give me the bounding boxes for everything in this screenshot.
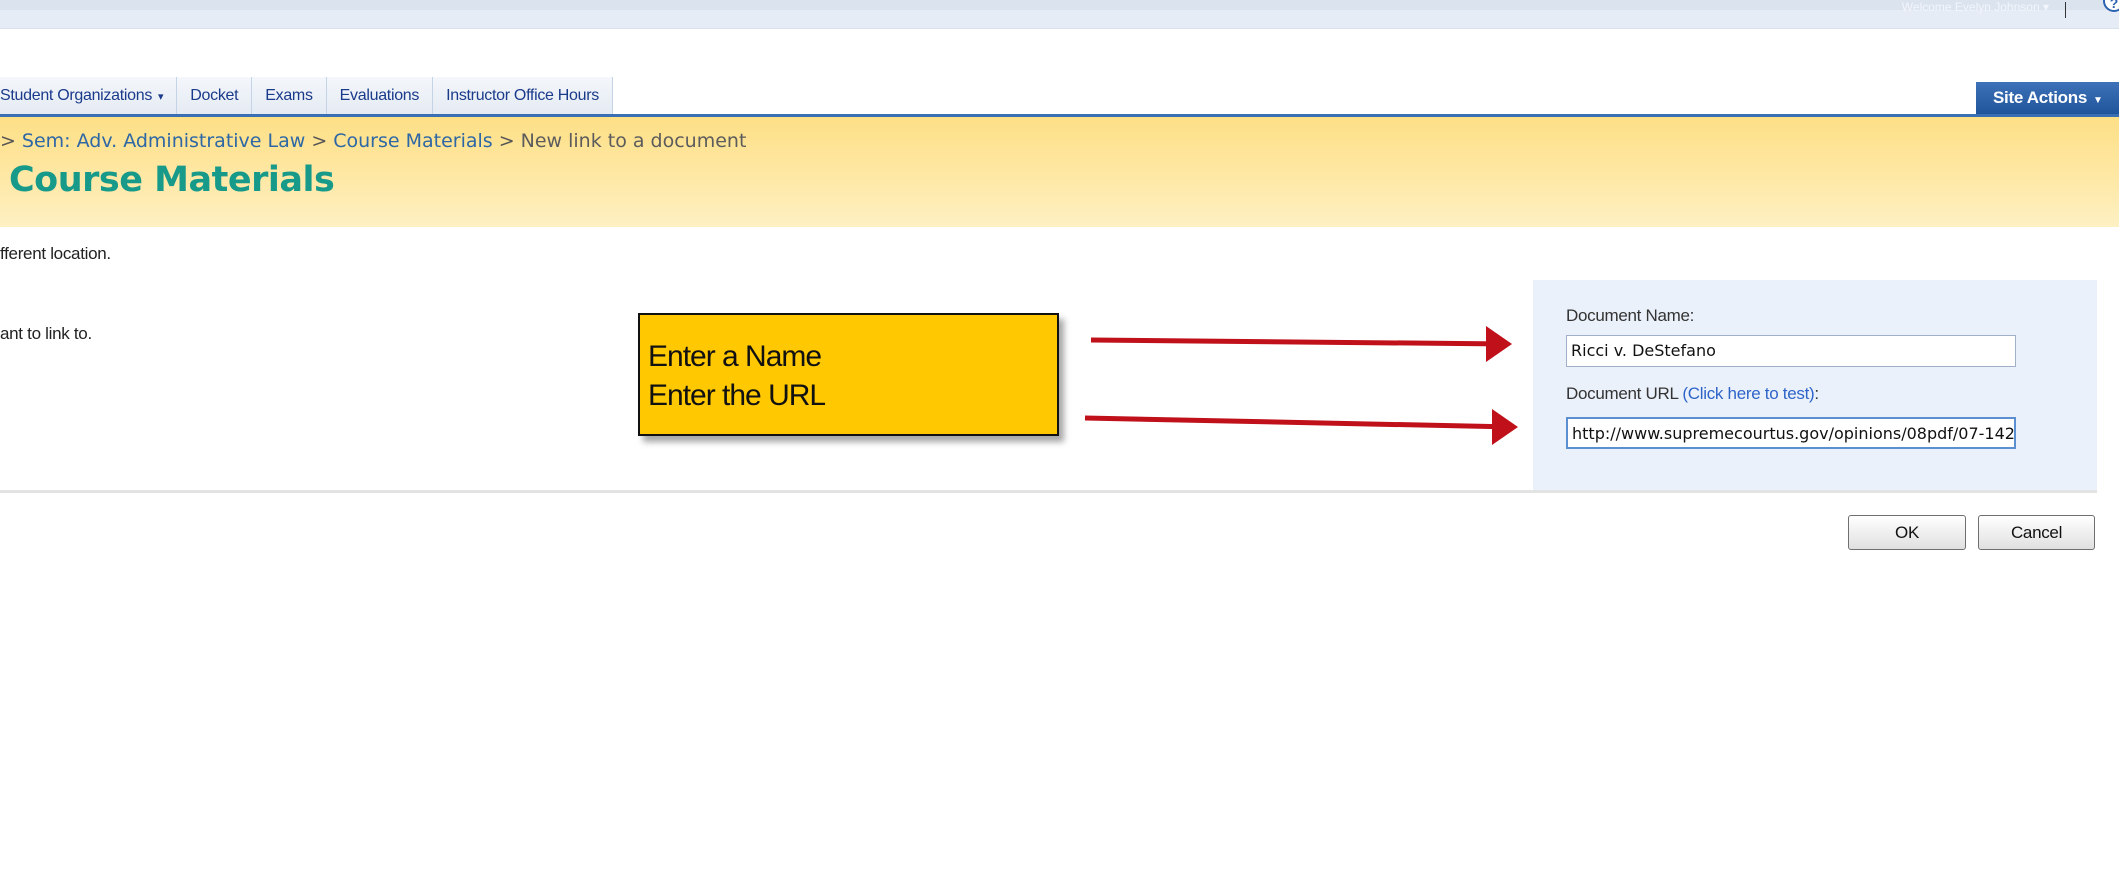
arrow-to-url-icon [1084,415,1515,430]
arrow-to-name-icon [1090,337,1509,347]
arrow-head-icon [1486,326,1512,362]
annotation-arrows [1084,326,1518,445]
arrow-head-icon [1492,409,1518,445]
